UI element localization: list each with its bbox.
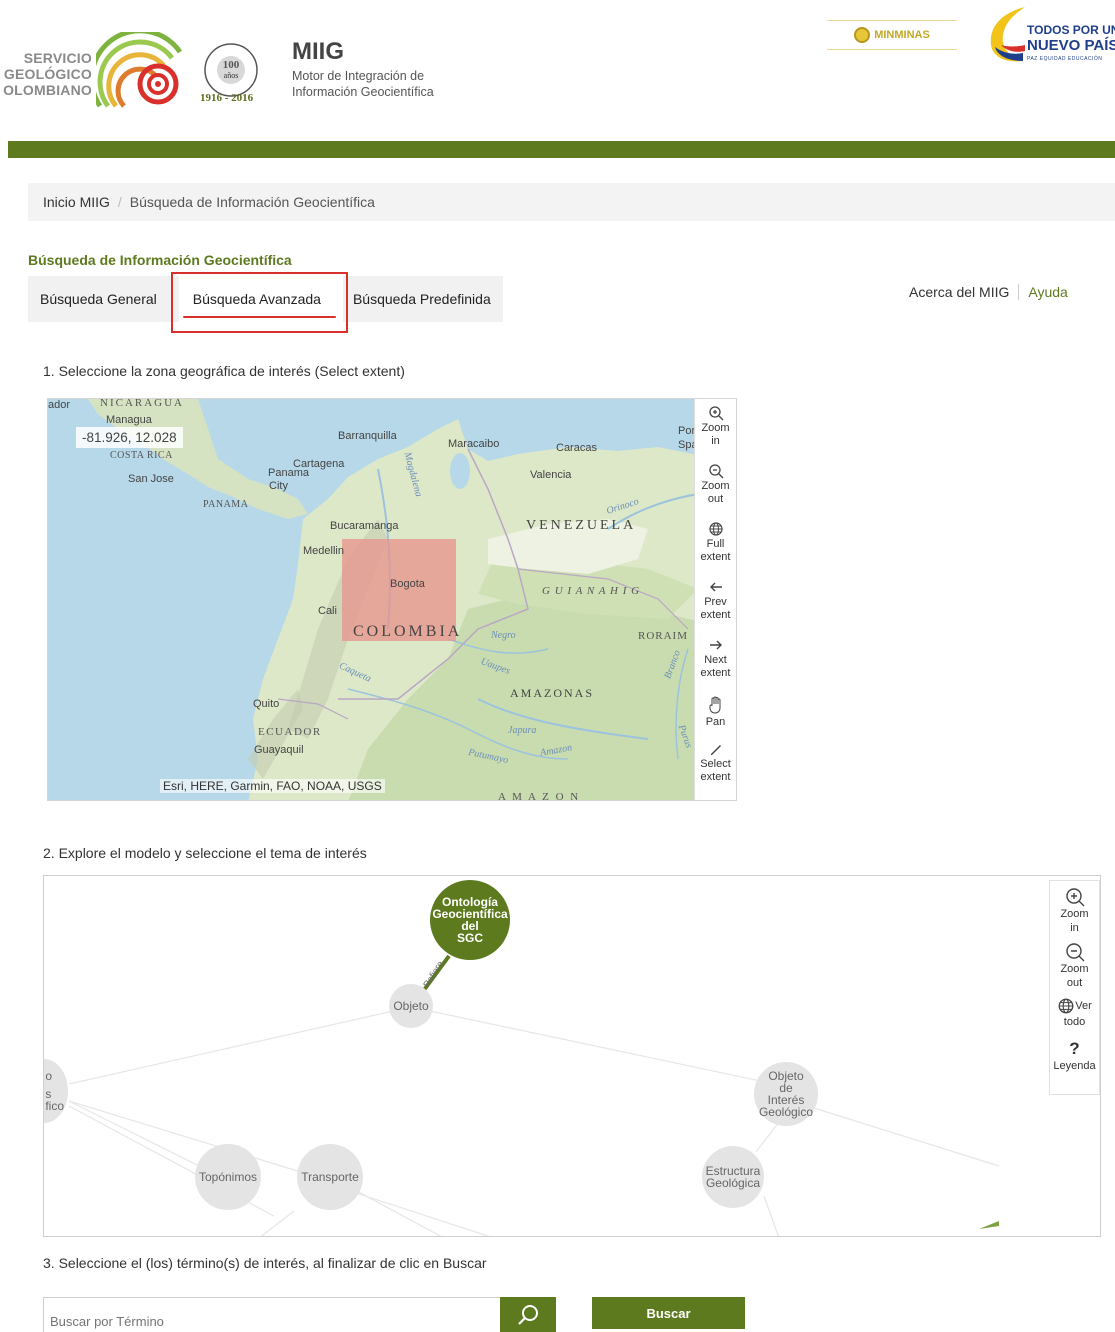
tab-busqueda-general[interactable]: Búsqueda General	[28, 276, 169, 322]
map-full-extent-button[interactable]: Full extent	[695, 521, 737, 579]
extent-map[interactable]: -81.926, 12.028 ador NICARAGUA Managua C…	[47, 398, 737, 801]
graph-toolbar: Zoom in Zoom out Ver todo ? Leyenda	[1049, 880, 1100, 1095]
globe-icon	[1058, 998, 1074, 1014]
active-tab-highlight-box	[171, 272, 348, 333]
colombia-flag-swoosh-icon	[990, 7, 1025, 62]
section-title: Búsqueda de Información Geocientífica	[28, 252, 292, 268]
graph-leyenda-button[interactable]: ? Leyenda	[1049, 1039, 1100, 1094]
map-zoom-out-button[interactable]: Zoom out	[695, 463, 737, 521]
minminas-logo: MINMINAS	[827, 20, 957, 50]
app-subtitle: Motor de Integración de Información Geoc…	[292, 69, 434, 99]
app-title: MIIG	[292, 38, 344, 65]
header: SERVICIO GEOLÓGICO OLOMBIANO 100 años 19…	[0, 0, 1115, 140]
tab-busqueda-predefinida[interactable]: Búsqueda Predefinida	[343, 276, 503, 322]
centenary-years: 1916 - 2016	[200, 92, 254, 104]
zoom-out-icon	[1065, 943, 1084, 962]
graph-edge-label: Refiere	[421, 959, 445, 989]
top-links: Acerca del MIIG Ayuda	[909, 284, 1068, 300]
sgc-logo-text: SERVICIO GEOLÓGICO OLOMBIANO	[3, 50, 92, 98]
graph-node-transporte[interactable]: Transporte	[297, 1144, 363, 1210]
zoom-in-icon	[708, 406, 723, 421]
graph-node-estructura-geologica[interactable]: Estructura Geológica	[702, 1146, 764, 1208]
zoom-out-icon	[708, 464, 723, 479]
about-link[interactable]: Acerca del MIIG	[909, 284, 1009, 300]
sgc-logo-icon	[96, 32, 183, 108]
hand-icon	[709, 696, 720, 714]
map-attribution: Esri, HERE, Garmin, FAO, NOAA, USGS	[160, 779, 385, 793]
zoom-in-icon	[1065, 888, 1084, 907]
step-2-label: 2. Explore el modelo y seleccione el tem…	[43, 845, 367, 861]
breadcrumb: Inicio MIIG / Búsqueda de Información Ge…	[28, 183, 1115, 221]
active-tab-underline	[183, 316, 336, 318]
map-next-extent-button[interactable]: Next extent	[695, 637, 737, 695]
arrow-right-icon	[709, 640, 722, 650]
map-coordinates-readout: -81.926, 12.028	[76, 427, 183, 448]
graph-node-toponimos[interactable]: Topónimos	[195, 1144, 261, 1210]
question-icon: ?	[1069, 1039, 1080, 1059]
buscar-button[interactable]: Buscar	[592, 1297, 745, 1329]
map-select-extent-button[interactable]: Select extent	[695, 741, 737, 799]
map-toolbar: Zoom in Zoom out Full extent Prev extent Nex…	[694, 399, 736, 800]
minminas-seal-icon	[854, 27, 871, 43]
graph-ver-todo-button[interactable]: Ver todo	[1049, 997, 1100, 1039]
arrow-left-icon	[709, 582, 722, 592]
graph-node-root[interactable]: Ontología Geocientífica del SGC	[430, 880, 510, 960]
svg-text:años: años	[224, 71, 239, 80]
breadcrumb-current: Búsqueda de Información Geocientífica	[129, 194, 375, 210]
globe-icon	[708, 522, 723, 536]
link-divider	[1018, 284, 1020, 300]
graph-zoom-out-button[interactable]: Zoom out	[1049, 942, 1100, 997]
todos-por-un-nuevo-pais-logo: TODOS POR UN NUEVO PAÍS PAZ EQUIDAD EDUC…	[985, 5, 1115, 65]
ontology-graph[interactable]: Refiere Ontología Geocientífica del SGC …	[43, 875, 1101, 1237]
step-1-label: 1. Seleccione la zona geográfica de inte…	[43, 363, 405, 379]
graph-zoom-in-button[interactable]: Zoom in	[1049, 887, 1100, 942]
svg-text:100: 100	[223, 59, 240, 71]
step-3-label: 3. Seleccione el (los) término(s) de int…	[43, 1255, 487, 1271]
map-zoom-in-button[interactable]: Zoom in	[695, 405, 737, 463]
breadcrumb-home-link[interactable]: Inicio MIIG	[43, 194, 110, 210]
header-green-bar	[8, 141, 1115, 158]
map-pan-button[interactable]: Pan	[695, 695, 737, 741]
graph-node-objeto[interactable]: Objeto	[389, 984, 433, 1028]
graph-node-objeto-interes-geologico[interactable]: Objeto de Interés Geológico	[754, 1062, 818, 1126]
breadcrumb-separator: /	[117, 194, 122, 210]
term-search-input[interactable]	[43, 1297, 501, 1332]
term-search-button[interactable]	[500, 1297, 556, 1332]
search-icon	[518, 1305, 538, 1325]
map-prev-extent-button[interactable]: Prev extent	[695, 579, 737, 637]
help-link[interactable]: Ayuda	[1028, 284, 1067, 300]
pencil-icon	[710, 745, 721, 755]
